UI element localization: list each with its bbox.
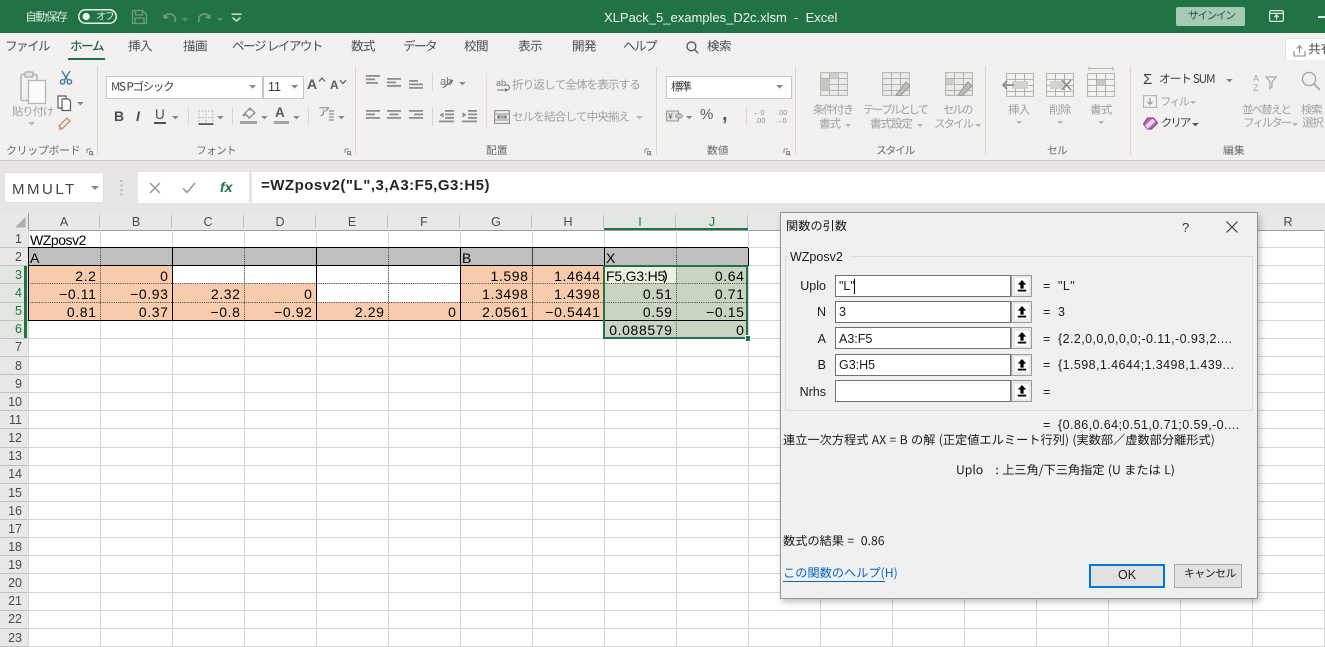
svg-text:¥: ¥ [667,112,673,121]
svg-text:ab: ab [496,78,506,88]
svg-text:Z: Z [1253,83,1259,92]
svg-text:A: A [1253,74,1259,84]
svg-text:.00: .00 [755,116,765,123]
svg-text:→0: →0 [775,116,787,123]
